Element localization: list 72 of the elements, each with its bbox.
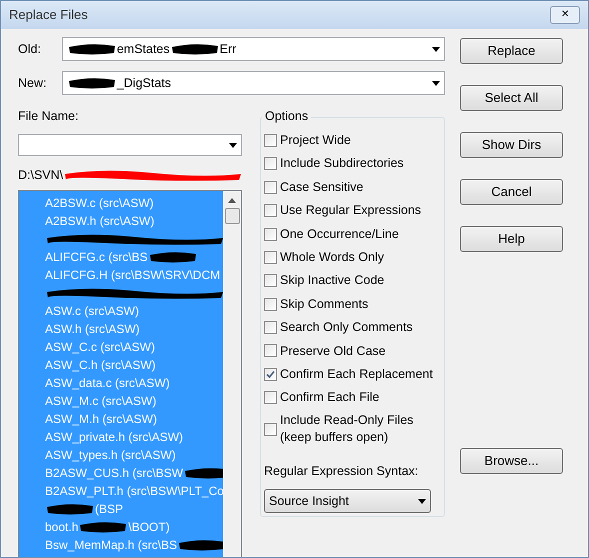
- dialog-button[interactable]: Browse...: [460, 448, 563, 474]
- field-text: Err: [220, 40, 236, 58]
- checkbox[interactable]: [264, 321, 277, 334]
- dropdown-caret-icon: [432, 80, 440, 86]
- field-label: Regular Expression Syntax:: [264, 463, 420, 480]
- file-name: ASW_C.h (src\ASW): [45, 357, 156, 374]
- checkbox[interactable]: [264, 180, 277, 194]
- checkbox[interactable]: [264, 274, 277, 288]
- checkbox[interactable]: [264, 344, 277, 358]
- file-name: ASW_types.h (src\ASW): [45, 447, 176, 464]
- dropdown-caret-icon: [229, 142, 237, 148]
- file-name: A2BSW.c (src\ASW): [45, 195, 154, 212]
- old-combobox[interactable]: emStates Err: [62, 37, 445, 61]
- dropdown-caret-icon: [418, 498, 426, 504]
- file-name: A2BSW.h (src\ASW): [45, 213, 154, 230]
- dialog-button[interactable]: Replace: [460, 38, 563, 64]
- file-name-combobox[interactable]: [18, 134, 242, 156]
- checkbox[interactable]: [264, 228, 277, 240]
- option-checkbox[interactable]: Skip Comments: [264, 292, 445, 316]
- field-text: emStates: [116, 40, 170, 58]
- new-combobox[interactable]: _DigStats: [62, 71, 445, 95]
- dropdown-caret-icon: [432, 46, 440, 52]
- syntax-combobox[interactable]: Source Insight: [264, 489, 431, 514]
- option-checkbox[interactable]: Use Regular Expressions: [264, 198, 445, 222]
- dialog-button[interactable]: Show Dirs: [460, 132, 563, 158]
- file-name: ASW_C.c (src\ASW): [45, 339, 155, 356]
- file-name: ASW_data.c (src\ASW): [45, 375, 170, 392]
- dialog-button[interactable]: Help: [460, 226, 563, 252]
- scroll-up-icon[interactable]: [228, 198, 236, 203]
- checkbox[interactable]: [264, 157, 277, 170]
- file-name: boot.h: [45, 519, 78, 536]
- option-checkbox[interactable]: Confirm Each File: [264, 386, 445, 410]
- file-name: (BSP: [95, 501, 124, 518]
- checkbox[interactable]: [264, 422, 277, 436]
- file-name: ALIFCFG.H (src\BSW\SRV\DCM: [45, 267, 220, 284]
- checkbox[interactable]: [264, 368, 277, 381]
- dialog-button[interactable]: Select All: [460, 85, 563, 111]
- field-text: _DigStats: [116, 74, 172, 92]
- option-checkbox[interactable]: Include Read-Only Files (keep buffers open): [264, 412, 445, 446]
- option-checkbox[interactable]: Whole Words Only: [264, 246, 445, 270]
- file-name: ASW_M.c (src\ASW): [45, 393, 156, 410]
- checkmark-icon: [266, 370, 275, 379]
- window-title: Replace Files: [9, 6, 88, 24]
- option-checkbox[interactable]: Search Only Comments: [264, 316, 445, 340]
- file-name: ASW_M.h (src\ASW): [45, 411, 158, 428]
- option-checkbox[interactable]: Include Subdirectories: [264, 152, 445, 176]
- file-name: ASW.h (src\ASW): [45, 321, 140, 338]
- field-label: Old:: [18, 40, 42, 58]
- close-button[interactable]: ✕: [550, 6, 580, 24]
- path-label: D:\SVN\: [18, 166, 64, 184]
- file-name: B2ASW_CUS.h (src\BSW: [45, 465, 184, 482]
- file-name: ALIFCFG.c (src\BS: [45, 249, 148, 266]
- field-label: File Name:: [18, 108, 80, 123]
- option-checkbox[interactable]: Preserve Old Case: [264, 339, 445, 363]
- option-checkbox[interactable]: Project Wide: [264, 128, 445, 152]
- option-checkbox[interactable]: Skip Inactive Code: [264, 269, 445, 292]
- checkbox[interactable]: [264, 204, 277, 218]
- field-label: New:: [18, 74, 48, 92]
- file-name: ASW.c (src\ASW): [45, 303, 139, 320]
- file-name: Bsw_MemMap.h (src\BS: [45, 537, 178, 554]
- file-name: \BOOT): [128, 519, 170, 536]
- file-name: ASW_private.h (src\ASW): [45, 429, 184, 446]
- option-checkbox[interactable]: Case Sensitive: [264, 176, 445, 199]
- dialog-button[interactable]: Cancel: [460, 179, 563, 205]
- checkbox[interactable]: [264, 134, 277, 147]
- scroll-thumb[interactable]: [224, 208, 240, 224]
- checkbox[interactable]: [264, 298, 277, 311]
- option-checkbox[interactable]: One Occurrence/Line: [264, 222, 445, 246]
- checkbox[interactable]: [264, 391, 277, 404]
- option-checkbox[interactable]: Confirm Each Replacement: [264, 362, 445, 386]
- checkbox[interactable]: [264, 250, 277, 264]
- file-list[interactable]: [18, 190, 242, 557]
